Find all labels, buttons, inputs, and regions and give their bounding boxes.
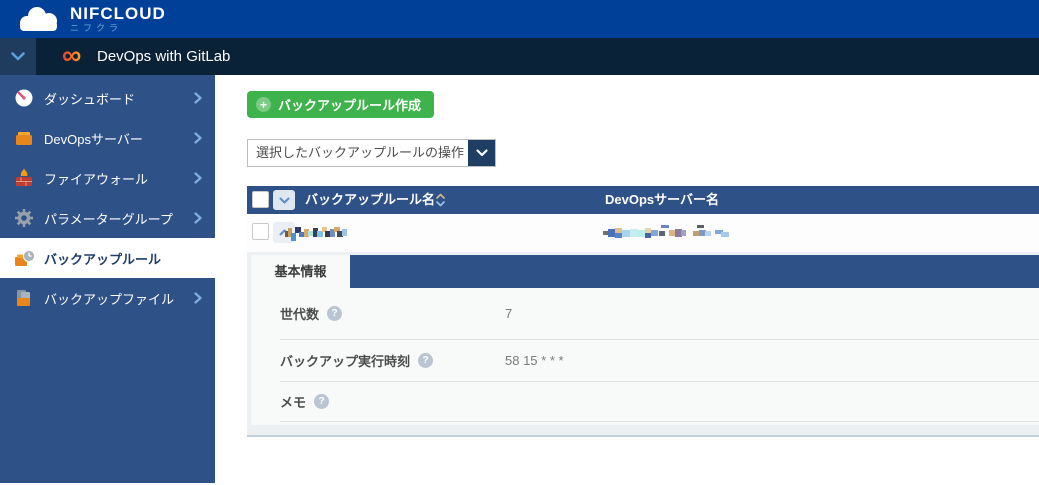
firewall-flame-icon <box>16 168 32 186</box>
row-detail-panel: 基本情報 世代数 ? 7 バックアップ実行時刻 ? 58 15 * * * メモ… <box>247 252 1039 437</box>
field-value: 58 15 * * * <box>505 353 564 368</box>
bulk-action-dropdown[interactable]: 選択したバックアップルールの操作 <box>247 139 496 167</box>
help-icon[interactable]: ? <box>418 353 434 368</box>
sort-icon[interactable] <box>436 193 445 207</box>
chevron-right-icon <box>194 92 202 104</box>
sidebar-item-backup-rule[interactable]: バックアップルール <box>0 238 215 278</box>
bulk-action-selected: 選択したバックアップルールの操作 <box>256 145 465 160</box>
sidebar-item-label: パラメーターグループ <box>44 211 173 227</box>
sidebar-item-devops-server[interactable]: DevOpsサーバー <box>0 118 215 158</box>
field-value: 7 <box>505 306 513 321</box>
column-header-backup-rule-name[interactable]: バックアップルール名 <box>305 186 435 214</box>
nifcloud-cloud-icon <box>20 7 57 31</box>
table-row <box>247 214 1039 252</box>
backup-rule-name-redacted <box>285 227 347 241</box>
chevron-right-icon <box>194 172 202 184</box>
chevron-right-icon <box>194 132 202 144</box>
sidebar-item-label: バックアップファイル <box>44 291 175 307</box>
help-icon[interactable]: ? <box>314 394 330 409</box>
gear-icon <box>15 209 33 227</box>
chevron-right-icon <box>194 212 202 224</box>
create-backup-rule-button[interactable]: + バックアップルール作成 <box>247 91 435 118</box>
tab-basic-info[interactable]: 基本情報 <box>251 255 350 288</box>
backup-clock-icon <box>15 249 36 266</box>
devops-server-name-redacted <box>603 225 729 238</box>
sidebar-item-label: ファイアウォール <box>44 171 149 187</box>
sidebar-item-dashboard[interactable]: ダッシュボード <box>0 78 215 118</box>
sidebar-item-label: DevOpsサーバー <box>44 131 143 147</box>
brand-name: NIFCLOUD <box>70 4 166 23</box>
service-bar: ∞ DevOps with GitLab <box>0 38 1039 75</box>
service-title: DevOps with GitLab <box>97 48 231 65</box>
create-backup-rule-label: バックアップルール作成 <box>278 98 422 113</box>
field-label: メモ <box>280 395 307 410</box>
detail-fields: 世代数 ? 7 バックアップ実行時刻 ? 58 15 * * * メモ ? <box>251 288 1039 425</box>
expand-all-button[interactable] <box>273 190 295 210</box>
field-row-memo: メモ ? <box>280 382 1039 422</box>
dashboard-gauge-icon <box>15 89 33 107</box>
row-checkbox[interactable] <box>252 223 269 240</box>
chevron-down-icon <box>11 52 25 61</box>
help-icon[interactable]: ? <box>327 306 343 321</box>
column-header-devops-server-name: DevOpsサーバー名 <box>605 192 720 207</box>
top-brand-bar: NIFCLOUD ニフクラ <box>0 0 1039 38</box>
chevron-down-icon <box>475 149 488 157</box>
sidebar-item-label: バックアップルール <box>44 251 162 267</box>
sidebar-item-firewall[interactable]: ファイアウォール <box>0 158 215 198</box>
field-row-generation-count: 世代数 ? 7 <box>280 288 1039 340</box>
sidebar: ダッシュボード DevOpsサーバー ファイアウォール パラメーターグループ バ… <box>0 75 215 483</box>
sidebar-item-backup-file[interactable]: バックアップファイル <box>0 278 215 318</box>
detail-tab-bar: 基本情報 <box>251 255 1039 288</box>
chevron-right-icon <box>194 292 202 304</box>
backup-files-icon <box>17 290 30 306</box>
sidebar-item-parameter-group[interactable]: パラメーターグループ <box>0 198 215 238</box>
field-row-backup-schedule: バックアップ実行時刻 ? 58 15 * * * <box>280 340 1039 382</box>
dropdown-caret-button[interactable] <box>468 140 495 166</box>
field-label: バックアップ実行時刻 <box>280 354 411 369</box>
brand-subname: ニフクラ <box>70 23 123 33</box>
chevron-down-icon <box>279 197 289 203</box>
sidebar-item-label: ダッシュボード <box>44 91 136 107</box>
sidebar-collapse-toggle[interactable] <box>0 38 36 75</box>
row-detail-content: 基本情報 世代数 ? 7 バックアップ実行時刻 ? 58 15 * * * メモ… <box>251 255 1039 425</box>
brand-lockup: NIFCLOUD ニフクラ <box>70 4 166 34</box>
plus-icon: + <box>256 97 271 112</box>
select-all-checkbox[interactable] <box>252 191 269 208</box>
nifcloud-console: NIFCLOUD ニフクラ ∞ DevOps with GitLab ダッシュボ… <box>0 0 1039 485</box>
server-box-icon <box>16 132 32 145</box>
gitlab-infinity-icon: ∞ <box>62 38 81 75</box>
field-label: 世代数 <box>280 307 320 322</box>
table-header: バックアップルール名 DevOpsサーバー名 <box>247 186 1039 214</box>
